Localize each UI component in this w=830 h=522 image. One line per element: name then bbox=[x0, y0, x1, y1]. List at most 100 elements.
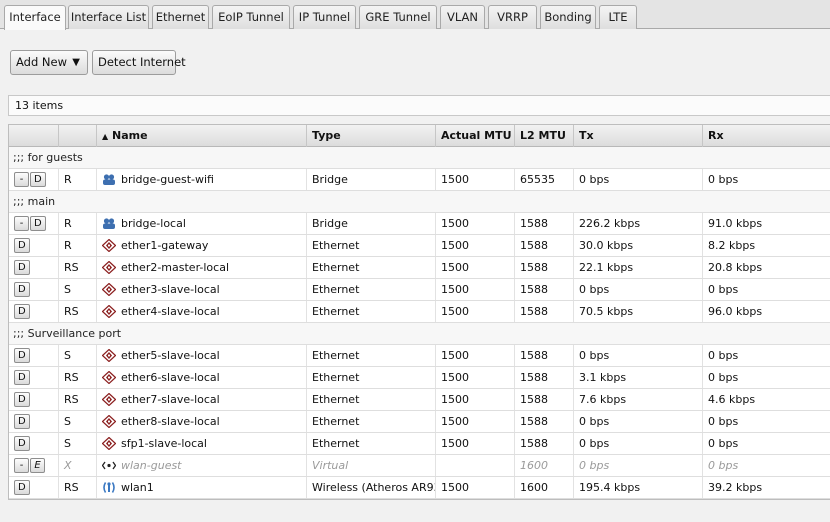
tx-cell: 22.1 kbps bbox=[574, 257, 703, 278]
disable-button[interactable]: D bbox=[14, 479, 30, 495]
flags-cell: RS bbox=[59, 477, 97, 498]
flags-cell: S bbox=[59, 345, 97, 366]
table-row[interactable]: D Sether3-slave-local Ethernet 1500 1588 0 bp… bbox=[9, 279, 830, 301]
flags-cell: RS bbox=[59, 389, 97, 410]
tab-lte[interactable]: LTE bbox=[599, 5, 637, 29]
header-flags[interactable] bbox=[59, 125, 97, 147]
actual-mtu-cell: 1500 bbox=[436, 477, 515, 498]
remove-button[interactable]: - bbox=[14, 457, 29, 473]
interface-name: ether7-slave-local bbox=[121, 393, 220, 406]
actual-mtu-cell: 1500 bbox=[436, 279, 515, 300]
table-row[interactable]: D Ssfp1-slave-local Ethernet 1500 1588 0 bps 0… bbox=[9, 433, 830, 455]
actual-mtu-cell: 1500 bbox=[436, 367, 515, 388]
l2-mtu-cell: 1588 bbox=[515, 411, 574, 432]
dropdown-arrow-icon: ▼ bbox=[72, 57, 80, 68]
remove-button[interactable]: - bbox=[14, 215, 29, 231]
disable-button[interactable]: D bbox=[30, 215, 46, 231]
disable-button[interactable]: D bbox=[14, 237, 30, 253]
tab-bar: Interface Interface List Ethernet EoIP T… bbox=[0, 0, 830, 30]
header-type[interactable]: Type bbox=[307, 125, 436, 147]
type-cell: Ethernet bbox=[307, 235, 436, 256]
detect-internet-button[interactable]: Detect Internet bbox=[92, 50, 186, 75]
table-row[interactable]: - D Rbridge-local Bridge 1500 1588 226.2 kbps 9… bbox=[9, 213, 830, 235]
header-tx[interactable]: Tx bbox=[574, 125, 703, 147]
row-actions: -D bbox=[9, 213, 59, 234]
name-cell: ether6-slave-local bbox=[97, 367, 307, 388]
flags-cell: R bbox=[59, 169, 97, 190]
header-name[interactable]: ▲ Name bbox=[97, 125, 307, 147]
add-new-button[interactable]: Add New ▼ bbox=[10, 50, 88, 75]
interface-name: sfp1-slave-local bbox=[121, 437, 207, 450]
disable-button[interactable]: D bbox=[14, 303, 30, 319]
l2-mtu-cell: 1588 bbox=[515, 279, 574, 300]
items-count: 13 items bbox=[8, 95, 830, 116]
tab-ethernet[interactable]: Ethernet bbox=[152, 5, 209, 29]
type-cell: Ethernet bbox=[307, 433, 436, 454]
header-rx[interactable]: Rx bbox=[703, 125, 830, 147]
disable-button[interactable]: D bbox=[14, 413, 30, 429]
row-actions: D bbox=[9, 345, 59, 366]
tab-vlan[interactable]: VLAN bbox=[440, 5, 485, 29]
tab-eoip-tunnel[interactable]: EoIP Tunnel bbox=[212, 5, 290, 29]
tab-interface-list[interactable]: Interface List bbox=[68, 5, 149, 29]
table-row[interactable]: D Sether8-slave-local Ethernet 1500 1588 0 bp… bbox=[9, 411, 830, 433]
table-row[interactable]: D RS wlan1 Wireless (Atheros AR930 1500 1600 1… bbox=[9, 477, 830, 499]
table-row[interactable]: D RS ether6-slave-local Ethernet 1500 1588 3.1… bbox=[9, 367, 830, 389]
comment-row[interactable]: ;;; main bbox=[9, 191, 830, 213]
disable-button[interactable]: D bbox=[14, 369, 30, 385]
comment-row[interactable]: ;;; for guests bbox=[9, 147, 830, 169]
table-row[interactable]: - D Rbridge-guest-wifi Bridge 1500 65535 0 bps… bbox=[9, 169, 830, 191]
disable-button[interactable]: D bbox=[14, 347, 30, 363]
table-row[interactable]: - E Xwlan-guest Virtual 1600 0 bps 0 bps bbox=[9, 455, 830, 477]
type-cell: Ethernet bbox=[307, 345, 436, 366]
row-actions: D bbox=[9, 367, 59, 388]
tab-ip-tunnel[interactable]: IP Tunnel bbox=[293, 5, 356, 29]
row-actions: -E bbox=[9, 455, 59, 476]
name-cell: ether5-slave-local bbox=[97, 345, 307, 366]
disable-button[interactable]: D bbox=[30, 171, 46, 187]
interface-name: wlan1 bbox=[121, 481, 154, 494]
table-row[interactable]: D RS ether4-slave-local Ethernet 1500 1588 70.… bbox=[9, 301, 830, 323]
tx-cell: 226.2 kbps bbox=[574, 213, 703, 234]
enable-button[interactable]: E bbox=[30, 457, 45, 473]
actual-mtu-cell: 1500 bbox=[436, 433, 515, 454]
interface-name: ether4-slave-local bbox=[121, 305, 220, 318]
flags-cell: R bbox=[59, 235, 97, 256]
disable-button[interactable]: D bbox=[14, 259, 30, 275]
row-actions: D bbox=[9, 477, 59, 498]
disable-button[interactable]: D bbox=[14, 391, 30, 407]
flags-cell: RS bbox=[59, 367, 97, 388]
interface-name: bridge-guest-wifi bbox=[121, 173, 214, 186]
tx-cell: 0 bps bbox=[574, 411, 703, 432]
table-row[interactable]: D Sether5-slave-local Ethernet 1500 1588 0 bp… bbox=[9, 345, 830, 367]
row-actions: D bbox=[9, 411, 59, 432]
type-cell: Ethernet bbox=[307, 411, 436, 432]
header-actual-mtu[interactable]: Actual MTU bbox=[436, 125, 515, 147]
rx-cell: 4.6 kbps bbox=[708, 393, 756, 406]
tab-vrrp[interactable]: VRRP bbox=[488, 5, 537, 29]
tx-cell: 0 bps bbox=[574, 279, 703, 300]
interface-name: wlan-guest bbox=[121, 459, 182, 472]
header-actions bbox=[9, 125, 59, 147]
l2-mtu-cell: 1588 bbox=[515, 235, 574, 256]
table-row[interactable]: D RS ether7-slave-local Ethernet 1500 1588 7.6… bbox=[9, 389, 830, 411]
table-row[interactable]: D RS ether2-master-local Ethernet 1500 1588 22… bbox=[9, 257, 830, 279]
remove-button[interactable]: - bbox=[14, 171, 29, 187]
flags-cell: S bbox=[59, 433, 97, 454]
row-actions: D bbox=[9, 279, 59, 300]
flags-cell: RS bbox=[59, 301, 97, 322]
actual-mtu-cell: 1500 bbox=[436, 411, 515, 432]
tab-bonding[interactable]: Bonding bbox=[540, 5, 596, 29]
table-row[interactable]: D Rether1-gateway Ethernet 1500 1588 30.0 kbp… bbox=[9, 235, 830, 257]
disable-button[interactable]: D bbox=[14, 281, 30, 297]
l2-mtu-cell: 1588 bbox=[515, 433, 574, 454]
actual-mtu-cell: 1500 bbox=[436, 213, 515, 234]
comment-row[interactable]: ;;; Surveillance port bbox=[9, 323, 830, 345]
tab-interface[interactable]: Interface bbox=[4, 5, 66, 30]
rx-cell: 0 bps bbox=[708, 371, 739, 384]
header-l2-mtu[interactable]: L2 MTU bbox=[515, 125, 574, 147]
tab-gre-tunnel[interactable]: GRE Tunnel bbox=[359, 5, 437, 29]
type-cell: Ethernet bbox=[307, 279, 436, 300]
disable-button[interactable]: D bbox=[14, 435, 30, 451]
tx-cell: 3.1 kbps bbox=[574, 367, 703, 388]
